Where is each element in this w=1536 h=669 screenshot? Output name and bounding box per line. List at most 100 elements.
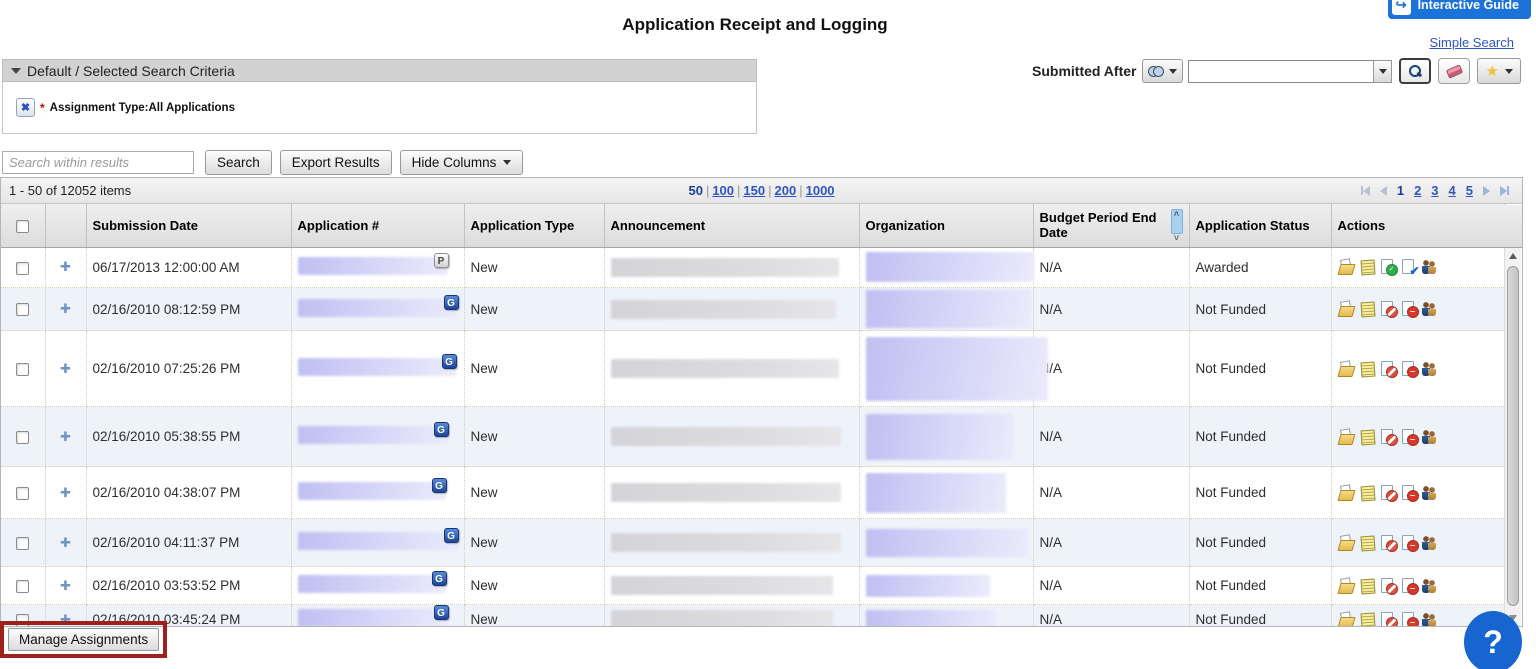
- application-badge-icon[interactable]: G: [442, 354, 457, 369]
- manage-people-icon[interactable]: [1422, 578, 1440, 594]
- row-checkbox[interactable]: [16, 262, 29, 275]
- open-folder-icon[interactable]: [1338, 259, 1356, 275]
- application-badge-icon[interactable]: G: [434, 605, 449, 620]
- column-header-submission-date[interactable]: Submission Date: [86, 204, 291, 247]
- notepad-icon[interactable]: [1359, 301, 1377, 317]
- document-denied-icon[interactable]: [1380, 429, 1398, 445]
- open-folder-icon[interactable]: [1338, 612, 1356, 626]
- page-3-link[interactable]: 3: [1431, 183, 1438, 198]
- notepad-icon[interactable]: [1359, 535, 1377, 551]
- export-results-button[interactable]: Export Results: [280, 150, 392, 175]
- document-removed-icon[interactable]: [1401, 485, 1419, 501]
- next-page-icon[interactable]: [1483, 186, 1490, 196]
- page-size-150[interactable]: 150: [743, 183, 765, 198]
- application-badge-icon[interactable]: P: [434, 253, 449, 268]
- open-folder-icon[interactable]: [1338, 301, 1356, 317]
- vertical-scrollbar[interactable]: [1504, 248, 1521, 626]
- document-removed-icon[interactable]: [1401, 301, 1419, 317]
- column-header-announcement[interactable]: Announcement: [604, 204, 859, 247]
- previous-page-icon[interactable]: [1380, 186, 1387, 196]
- row-checkbox[interactable]: [16, 537, 29, 550]
- document-removed-icon[interactable]: [1401, 578, 1419, 594]
- row-checkbox[interactable]: [16, 580, 29, 593]
- interactive-guide-button[interactable]: Interactive Guide: [1388, 0, 1531, 19]
- column-header-actions[interactable]: Actions: [1331, 204, 1505, 247]
- field-selector-button[interactable]: [1142, 59, 1183, 83]
- manage-people-icon[interactable]: [1422, 361, 1440, 377]
- notepad-icon[interactable]: [1359, 578, 1377, 594]
- notepad-icon[interactable]: [1359, 485, 1377, 501]
- application-badge-icon[interactable]: G: [432, 478, 447, 493]
- select-all-checkbox[interactable]: [16, 220, 29, 233]
- run-search-button[interactable]: [1399, 58, 1431, 84]
- document-removed-icon[interactable]: [1401, 612, 1419, 626]
- expand-row-icon[interactable]: [60, 578, 71, 593]
- application-badge-icon[interactable]: G: [432, 571, 447, 586]
- column-header-application-number[interactable]: Application #: [291, 204, 464, 247]
- document-approved-icon[interactable]: [1380, 259, 1398, 275]
- expand-row-icon[interactable]: [60, 361, 71, 376]
- expand-row-icon[interactable]: [60, 301, 71, 316]
- document-signoff-icon[interactable]: [1401, 259, 1419, 275]
- last-page-icon[interactable]: [1500, 186, 1509, 196]
- open-folder-icon[interactable]: [1338, 429, 1356, 445]
- application-badge-icon[interactable]: G: [434, 422, 449, 437]
- document-removed-icon[interactable]: [1401, 361, 1419, 377]
- row-checkbox[interactable]: [16, 431, 29, 444]
- document-denied-icon[interactable]: [1380, 612, 1398, 626]
- open-folder-icon[interactable]: [1338, 535, 1356, 551]
- notepad-icon[interactable]: [1359, 259, 1377, 275]
- row-checkbox[interactable]: [16, 487, 29, 500]
- application-badge-icon[interactable]: G: [444, 528, 459, 543]
- expand-row-icon[interactable]: [60, 429, 71, 444]
- page-1-link[interactable]: 1: [1397, 183, 1404, 198]
- page-size-1000[interactable]: 1000: [806, 183, 835, 198]
- open-folder-icon[interactable]: [1338, 361, 1356, 377]
- favorites-button[interactable]: [1477, 58, 1520, 84]
- help-button[interactable]: ?: [1464, 611, 1522, 669]
- column-header-organization[interactable]: Organization: [859, 204, 1033, 247]
- row-checkbox[interactable]: [16, 363, 29, 376]
- page-5-link[interactable]: 5: [1466, 183, 1473, 198]
- document-denied-icon[interactable]: [1380, 535, 1398, 551]
- notepad-icon[interactable]: [1359, 429, 1377, 445]
- application-badge-icon[interactable]: G: [444, 295, 459, 310]
- expand-row-icon[interactable]: [60, 259, 71, 274]
- document-removed-icon[interactable]: [1401, 429, 1419, 445]
- scroll-up-icon[interactable]: [1505, 248, 1521, 264]
- search-within-results-input[interactable]: [2, 151, 194, 174]
- manage-people-icon[interactable]: [1422, 429, 1440, 445]
- column-header-application-type[interactable]: Application Type: [464, 204, 604, 247]
- page-size-200[interactable]: 200: [775, 183, 797, 198]
- document-denied-icon[interactable]: [1380, 485, 1398, 501]
- row-checkbox[interactable]: [16, 303, 29, 316]
- manage-people-icon[interactable]: [1422, 535, 1440, 551]
- sort-indicator[interactable]: [1171, 209, 1183, 242]
- document-denied-icon[interactable]: [1380, 301, 1398, 317]
- document-removed-icon[interactable]: [1401, 535, 1419, 551]
- remove-criteria-icon[interactable]: [16, 98, 35, 117]
- manage-people-icon[interactable]: [1422, 612, 1440, 626]
- document-denied-icon[interactable]: [1380, 578, 1398, 594]
- hide-columns-button[interactable]: Hide Columns: [400, 150, 524, 175]
- page-2-link[interactable]: 2: [1414, 183, 1421, 198]
- submitted-after-input[interactable]: [1188, 60, 1374, 83]
- first-page-icon[interactable]: [1361, 186, 1370, 196]
- page-size-100[interactable]: 100: [712, 183, 734, 198]
- manage-people-icon[interactable]: [1422, 259, 1440, 275]
- submitted-after-dropdown-button[interactable]: [1373, 60, 1392, 83]
- column-header-budget-period-end-date[interactable]: Budget Period End Date: [1033, 204, 1189, 247]
- notepad-icon[interactable]: [1359, 612, 1377, 626]
- notepad-icon[interactable]: [1359, 361, 1377, 377]
- page-4-link[interactable]: 4: [1449, 183, 1456, 198]
- scrollbar-thumb[interactable]: [1507, 266, 1519, 606]
- search-button[interactable]: Search: [205, 150, 272, 175]
- manage-assignments-button[interactable]: Manage Assignments: [8, 628, 159, 651]
- page-size-50[interactable]: 50: [688, 183, 702, 198]
- search-criteria-header[interactable]: Default / Selected Search Criteria: [2, 59, 757, 82]
- open-folder-icon[interactable]: [1338, 485, 1356, 501]
- document-denied-icon[interactable]: [1380, 361, 1398, 377]
- column-header-application-status[interactable]: Application Status: [1189, 204, 1331, 247]
- manage-people-icon[interactable]: [1422, 485, 1440, 501]
- simple-search-link[interactable]: Simple Search: [1429, 35, 1514, 50]
